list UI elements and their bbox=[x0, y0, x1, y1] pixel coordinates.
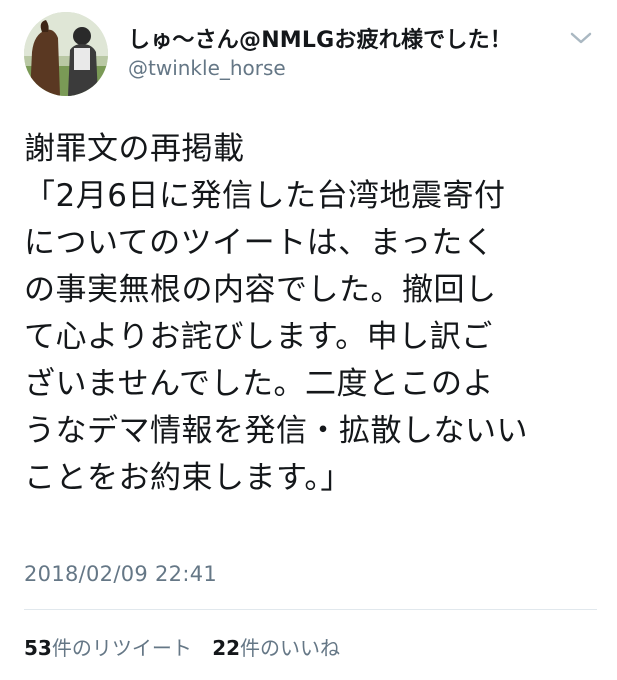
like-count: 22 bbox=[212, 636, 241, 660]
tweet-stats: 53件のリツイート 22件のいいね bbox=[24, 632, 354, 661]
chevron-down-icon bbox=[570, 32, 592, 44]
user-avatar-photo-icon bbox=[24, 12, 108, 96]
tweet-text-line: ことをお約束します。」 bbox=[24, 460, 352, 496]
tweet-timestamp[interactable]: 2018/02/09 22:41 bbox=[24, 562, 217, 586]
tweet-text-line: うなデマ情報を発信・拡散しないい bbox=[24, 413, 528, 449]
tweet-text: 謝罪文の再掲載 「2月6日に発信した台湾地震寄付 についてのツイートは、まったく… bbox=[24, 126, 604, 502]
tweet-text-line: 謝罪文の再掲載 bbox=[24, 131, 245, 167]
retweet-count-link[interactable]: 53件のリツイート bbox=[24, 632, 192, 661]
tweet-text-line: 「2月6日に発信した台湾地震寄付 bbox=[24, 178, 506, 214]
display-name[interactable]: しゅ〜さん@NMLGお疲れ様でした！ bbox=[128, 22, 512, 54]
tweet-text-line: ざいませんでした。二度とこのよ bbox=[24, 366, 495, 402]
user-handle[interactable]: @twinkle_horse bbox=[128, 56, 286, 80]
tweet-text-line: の事実無根の内容でした。撤回し bbox=[24, 272, 497, 308]
divider bbox=[24, 609, 597, 610]
retweet-count: 53 bbox=[24, 636, 52, 660]
like-count-link[interactable]: 22件のいいね bbox=[212, 632, 340, 661]
tweet-text-line: て心よりお詫びします。申し訳ご bbox=[24, 319, 493, 355]
like-label: 件のいいね bbox=[240, 636, 341, 660]
tweet-text-line: についてのツイートは、まったく bbox=[24, 225, 495, 261]
retweet-label: 件のリツイート bbox=[51, 636, 192, 660]
tweet-menu-button[interactable] bbox=[568, 28, 594, 48]
tweet-detail: しゅ〜さん@NMLGお疲れ様でした！ @twinkle_horse 謝罪文の再掲… bbox=[0, 0, 617, 680]
avatar[interactable] bbox=[24, 12, 108, 96]
